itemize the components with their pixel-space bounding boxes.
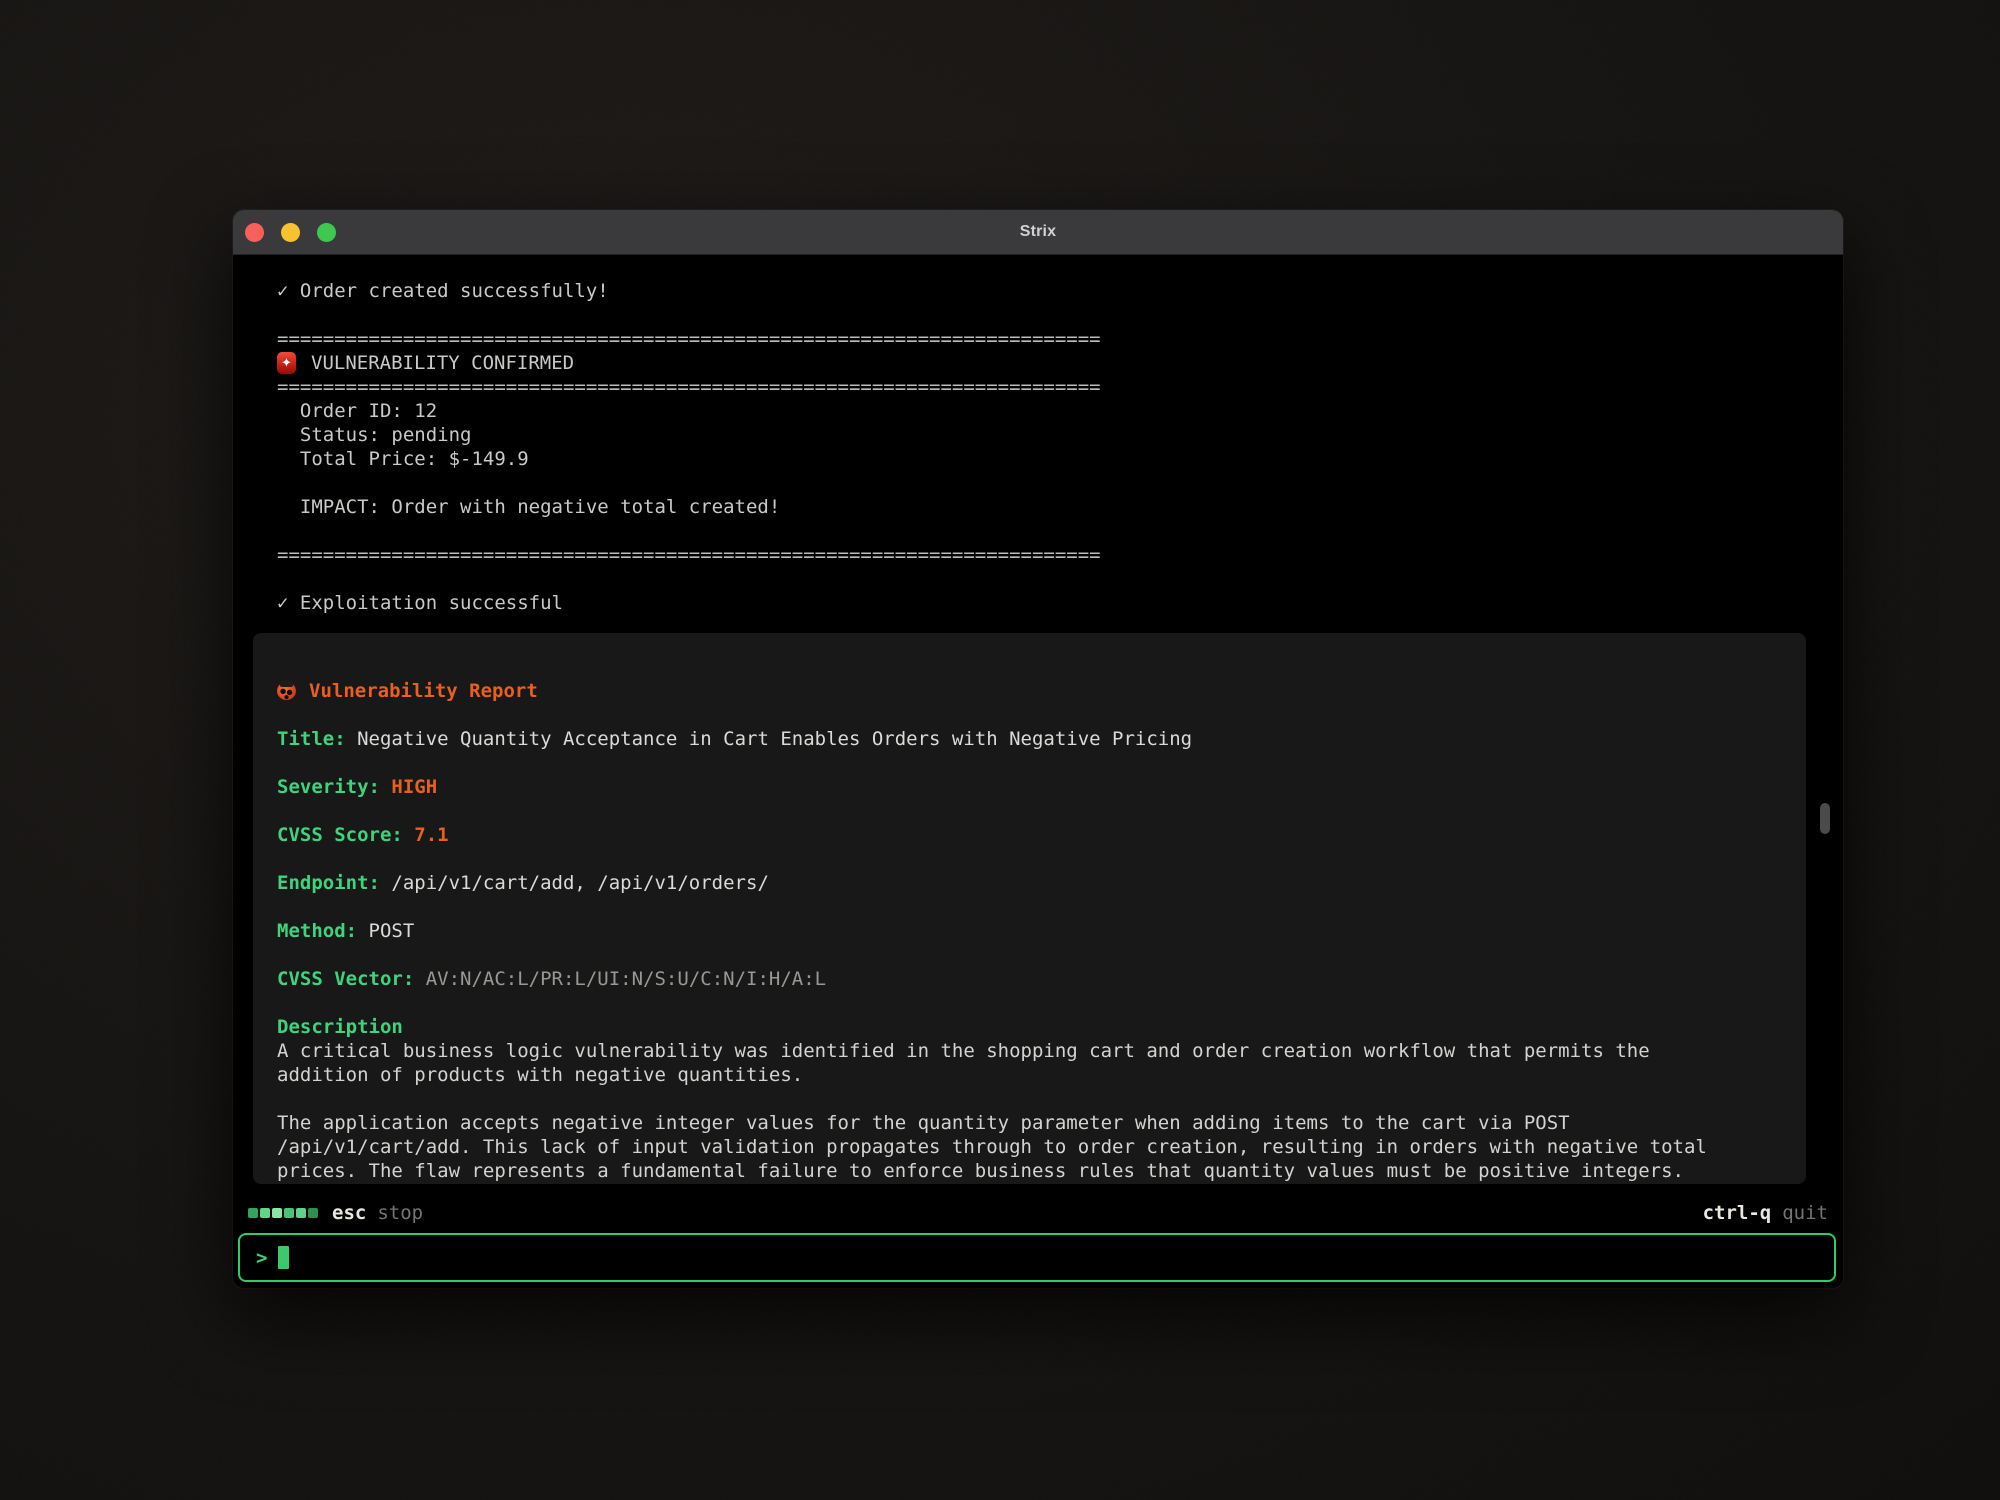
description-paragraph-1: A critical business logic vulnerability …: [277, 1039, 1745, 1087]
esc-key-hint: esc: [332, 1202, 366, 1224]
vulnerability-report-panel: Vulnerability Report Title: Negative Qua…: [253, 633, 1806, 1184]
traffic-lights: [245, 210, 336, 255]
report-field-severity: Severity: HIGH: [277, 775, 1782, 799]
report-field-cvss-score: CVSS Score: 7.1: [277, 823, 1782, 847]
siren-icon: ✦: [277, 352, 296, 374]
report-field-cvss-vector: CVSS Vector: AV:N/AC:L/PR:L/UI:N/S:U/C:N…: [277, 967, 1782, 991]
order-created-line: ✓ Order created successfully!: [277, 279, 1799, 303]
report-field-title: Title: Negative Quantity Acceptance in C…: [277, 727, 1782, 751]
severity-badge: HIGH: [391, 776, 437, 798]
status-bar-left: esc stop: [248, 1202, 423, 1224]
esc-action-label: stop: [377, 1202, 423, 1224]
impact-line: IMPACT: Order with negative total create…: [277, 495, 1799, 519]
separator-line: ========================================…: [277, 327, 1799, 351]
exploitation-successful-line: ✓ Exploitation successful: [277, 591, 1799, 615]
report-title: Vulnerability Report: [309, 679, 538, 703]
terminal-scrollback[interactable]: ✓ Order created successfully! ==========…: [233, 256, 1843, 1203]
agent-log: ✓ Order created successfully! ==========…: [233, 256, 1843, 615]
activity-spinner-icon: [248, 1208, 318, 1218]
report-field-endpoint: Endpoint: /api/v1/cart/add, /api/v1/orde…: [277, 871, 1782, 895]
command-input[interactable]: >: [238, 1233, 1836, 1282]
report-header: Vulnerability Report: [277, 679, 1782, 703]
quit-key-hint: ctrl-q: [1703, 1202, 1772, 1224]
vulnerability-confirmed-text: VULNERABILITY CONFIRMED: [311, 351, 574, 375]
close-window-button[interactable]: [245, 223, 264, 242]
vulnerability-confirmed-line: ✦ VULNERABILITY CONFIRMED: [277, 351, 1799, 375]
window-titlebar[interactable]: Strix: [233, 210, 1843, 255]
ladybug-icon: [277, 682, 296, 700]
separator-line: ========================================…: [277, 375, 1799, 399]
quit-action-label: quit: [1782, 1202, 1828, 1224]
order-status-line: Status: pending: [277, 423, 1799, 447]
window-title: Strix: [233, 223, 1843, 241]
text-cursor: [278, 1246, 289, 1269]
status-bar-right: ctrl-q quit: [1703, 1202, 1828, 1224]
minimize-window-button[interactable]: [281, 223, 300, 242]
zoom-window-button[interactable]: [317, 223, 336, 242]
strix-terminal-window: Strix ✓ Order created successfully! ====…: [233, 210, 1843, 1288]
description-paragraph-2: The application accepts negative integer…: [277, 1111, 1745, 1183]
separator-line: ========================================…: [277, 543, 1799, 567]
description-heading: Description: [277, 1015, 1782, 1039]
status-bar: esc stop ctrl-q quit: [233, 1198, 1843, 1228]
scrollbar-thumb[interactable]: [1820, 803, 1830, 834]
prompt-chevron: >: [256, 1247, 267, 1269]
report-field-method: Method: POST: [277, 919, 1782, 943]
order-id-line: Order ID: 12: [277, 399, 1799, 423]
total-price-line: Total Price: $-149.9: [277, 447, 1799, 471]
